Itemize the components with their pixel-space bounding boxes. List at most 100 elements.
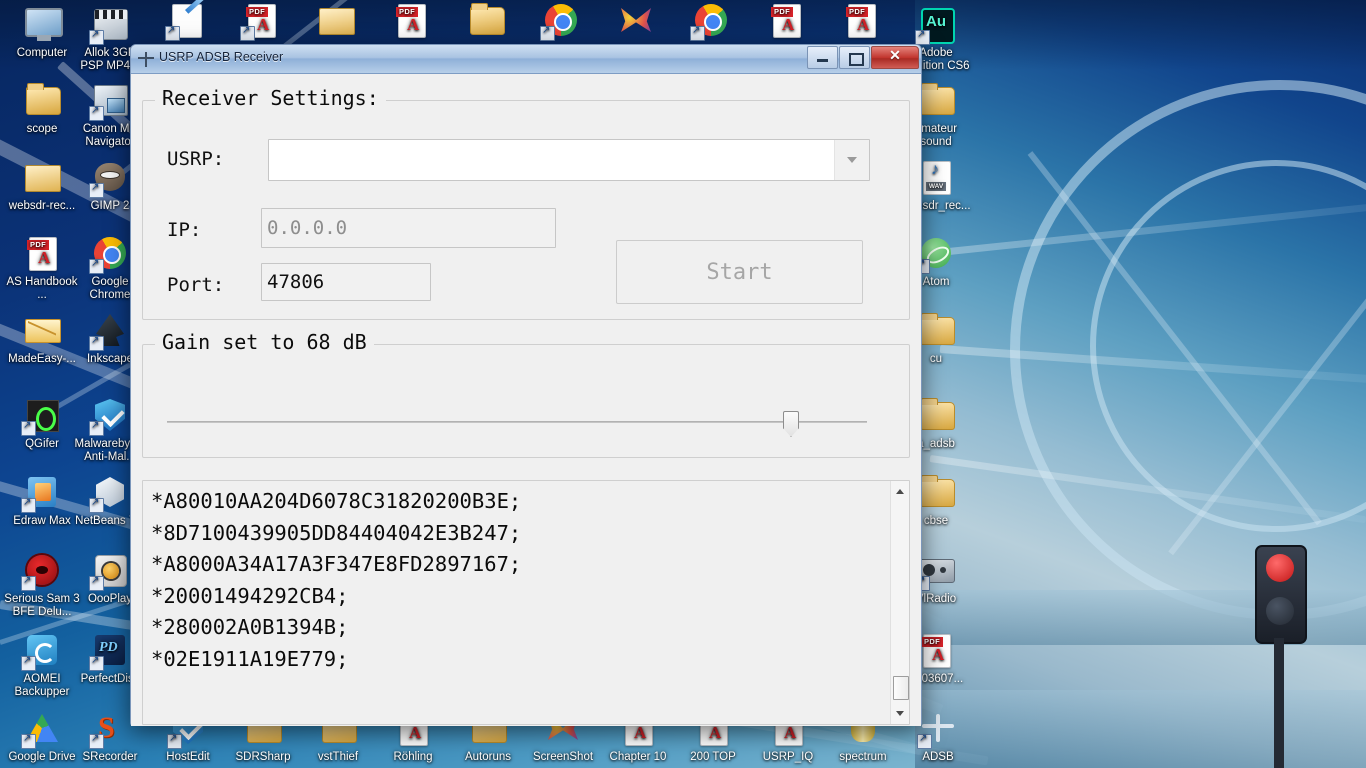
desktop-icon-label: websdr-rec... — [8, 200, 76, 212]
aomei-icon — [21, 630, 62, 671]
window-titlebar[interactable]: USRP ADSB Receiver ✕ — [131, 45, 921, 74]
srecorder-icon — [89, 708, 130, 749]
port-input[interactable]: 47806 — [261, 263, 431, 301]
desktop-icon-serious-sam-3-bfe-delu[interactable]: Serious Sam 3 BFE Delu... — [4, 550, 80, 619]
desktop-icon-top-4[interactable] — [448, 0, 524, 43]
window-client-area: Receiver Settings: USRP: IP: 0.0.0.0 Por… — [131, 74, 921, 726]
google-drive-icon — [21, 708, 62, 749]
desktop-icon-label: HostEdit — [166, 751, 210, 763]
pdf-icon — [391, 0, 431, 40]
gimp-icon — [89, 157, 130, 198]
desktop-icon-label: Computer — [16, 47, 68, 59]
allok-converter-icon — [89, 4, 130, 45]
inkscape-icon — [89, 310, 130, 351]
pdf-icon — [916, 630, 956, 670]
desktop-icon-label: USRP_IQ — [762, 751, 814, 763]
desktop-icon-google-drive[interactable]: Google Drive — [4, 708, 80, 764]
gain-slider-track[interactable] — [167, 421, 867, 423]
scrollbar-thumb[interactable] — [893, 676, 909, 700]
gain-slider-thumb[interactable] — [783, 411, 799, 437]
usrp-adsb-receiver-window[interactable]: USRP ADSB Receiver ✕ Receiver Settings: … — [130, 44, 922, 726]
folder-icon-art — [25, 165, 61, 192]
desktop-icon-label: scope — [26, 123, 58, 135]
desktop-icon-top-1[interactable] — [223, 0, 299, 43]
desktop-icon-top-9[interactable] — [823, 0, 899, 43]
port-label: Port: — [167, 274, 225, 296]
wallpaper-traffic-signal — [1255, 545, 1307, 644]
malwarebytes-icon — [89, 395, 130, 436]
computer-icon-art — [25, 8, 63, 41]
usrp-label: USRP: — [167, 148, 225, 170]
shortcut-overlay-icon — [89, 496, 104, 513]
usrp-select[interactable] — [268, 139, 870, 181]
folder-icon — [22, 80, 62, 120]
desktop-icon-top-3[interactable] — [373, 0, 449, 43]
desktop-icon-websdr-rec[interactable]: websdr-rec... — [4, 157, 80, 213]
folder-icon — [466, 0, 506, 40]
shortcut-overlay-icon — [240, 24, 255, 41]
close-button[interactable]: ✕ — [871, 46, 919, 69]
wallpaper-signal-lamp-red — [1266, 554, 1294, 582]
desktop-icon-top-8[interactable] — [748, 0, 824, 43]
shortcut-overlay-icon — [21, 732, 36, 749]
shortcut-overlay-icon — [89, 419, 104, 436]
desktop-icon-qgifer[interactable]: QGifer — [4, 395, 80, 451]
desktop-icon-madeeasy[interactable]: MadeEasy-... — [4, 310, 80, 366]
shortcut-overlay-icon — [21, 574, 36, 591]
receiver-settings-group: Receiver Settings: USRP: IP: 0.0.0.0 Por… — [142, 86, 910, 320]
pdf-icon — [22, 233, 62, 273]
airplane-icon — [917, 708, 958, 749]
wav-file-icon — [916, 157, 956, 197]
oooplay-icon — [89, 550, 130, 591]
adsb-message-log[interactable]: *A80010AA204D6078C31820200B3E; *8D710043… — [142, 480, 910, 725]
folder-icon-art — [920, 475, 955, 507]
desktop-icon-top-7[interactable] — [673, 0, 749, 43]
desktop-icon-label: Serious Sam 3 BFE Delu... — [4, 593, 80, 618]
desktop-icon-label: vstThief — [317, 751, 359, 763]
desktop-icon-top-6[interactable] — [598, 0, 674, 43]
hostedit-icon — [165, 0, 206, 41]
desktop-icon-label: ScreenShot — [532, 751, 594, 763]
qgifer-icon — [21, 395, 62, 436]
wallpaper-platform — [915, 690, 1366, 768]
scroll-down-icon[interactable] — [891, 705, 909, 722]
desktop-icon-top-5[interactable] — [523, 0, 599, 43]
folder-icon — [916, 472, 956, 512]
minimize-button[interactable] — [807, 46, 838, 69]
desktop-icon-aomei-backupper[interactable]: AOMEI Backupper — [4, 630, 80, 699]
chevron-down-icon[interactable] — [835, 157, 869, 163]
close-icon: ✕ — [889, 49, 901, 64]
log-scrollbar[interactable] — [890, 481, 909, 724]
gain-slider[interactable] — [167, 411, 867, 437]
ip-input[interactable]: 0.0.0.0 — [261, 208, 556, 248]
desktop-icon-computer[interactable]: Computer — [4, 4, 80, 60]
desktop-icon-label: Edraw Max — [13, 515, 71, 527]
shortcut-overlay-icon — [89, 257, 104, 274]
serious-sam-icon — [21, 550, 62, 591]
start-button[interactable]: Start — [616, 240, 863, 304]
maximize-button[interactable] — [839, 46, 870, 69]
shortcut-overlay-icon — [167, 732, 182, 749]
shortcut-overlay-icon — [89, 654, 104, 671]
pdf-icon-art — [846, 4, 876, 38]
shortcut-overlay-icon — [89, 574, 104, 591]
desktop-icon-as-handbook[interactable]: AS Handbook ... — [4, 233, 80, 302]
window-title: USRP ADSB Receiver — [159, 50, 284, 64]
shortcut-overlay-icon — [89, 104, 104, 121]
pdf-folder-icon — [240, 0, 281, 41]
butterfly-icon-art — [621, 8, 651, 32]
desktop-icon-edraw-max[interactable]: Edraw Max — [4, 472, 80, 528]
scroll-up-icon[interactable] — [891, 483, 909, 500]
desktop-icon-scope[interactable]: scope — [4, 80, 80, 136]
maximize-icon — [849, 53, 864, 66]
radio-icon — [915, 550, 956, 591]
wallpaper-signal-lamp-off — [1266, 597, 1294, 625]
shortcut-overlay-icon — [690, 24, 705, 41]
adsb-message-log-text: *A80010AA204D6078C31820200B3E; *8D710043… — [151, 489, 522, 671]
desktop-icon-top-2[interactable] — [298, 0, 374, 43]
mail-icon-art — [25, 319, 61, 343]
folder-icon-art — [319, 8, 355, 35]
desktop-icon-top-0[interactable] — [148, 0, 224, 43]
pdf-icon-art — [921, 634, 951, 668]
desktop-icon-label: Chapter 10 — [609, 751, 667, 763]
